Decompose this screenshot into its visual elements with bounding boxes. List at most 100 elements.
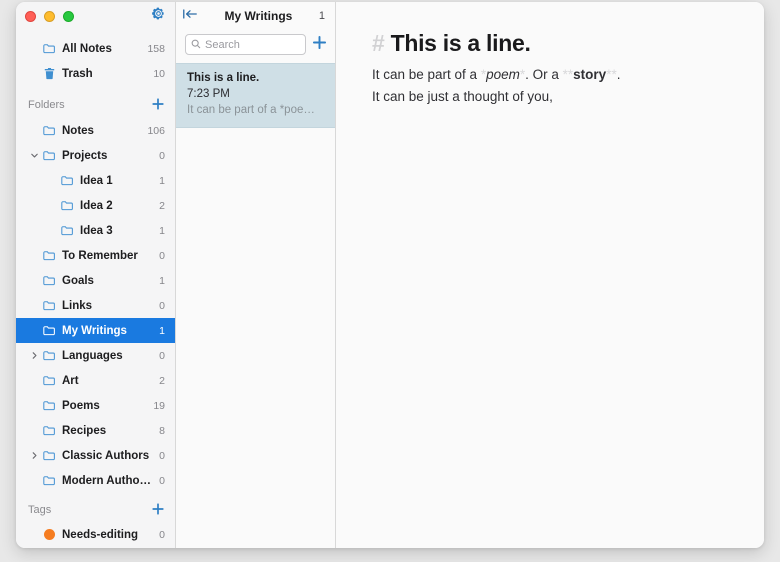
folders-section-label: Folders	[28, 99, 65, 111]
folder-icon	[41, 425, 58, 436]
chevron-down-icon[interactable]	[28, 151, 41, 160]
search-input[interactable]	[205, 38, 300, 51]
sidebar-folder-label: Idea 3	[80, 224, 113, 237]
sidebar-folder-count: 0	[159, 149, 165, 162]
sidebar-folder-label: Projects	[62, 149, 108, 162]
window-titlebar	[16, 2, 175, 30]
gear-icon	[151, 6, 166, 26]
sidebar-folder-links[interactable]: Links 0	[16, 293, 175, 318]
trash-icon	[41, 67, 58, 80]
markdown-strong-open-marker: **	[562, 67, 574, 82]
sidebar-folder-label: Links	[62, 299, 93, 312]
sidebar-folder-count: 1	[159, 324, 165, 337]
settings-button[interactable]	[151, 6, 166, 26]
traffic-light-controls[interactable]	[25, 10, 74, 22]
sidebar-tag-needs-editing[interactable]: Needs-editing 0	[16, 523, 175, 548]
folder-icon	[41, 43, 58, 54]
chevron-right-icon[interactable]	[28, 351, 41, 360]
paragraph-emphasis-text: poem	[486, 67, 520, 82]
sidebar-folder-art[interactable]: Art 2	[16, 368, 175, 393]
sidebar-folder-label: Modern Autho…	[62, 474, 152, 487]
sidebar-folder-label: Goals	[62, 274, 94, 287]
sidebar-folder-my-writings[interactable]: My Writings 1	[16, 318, 175, 343]
paragraph-text-part-1: It can be part of a	[372, 67, 481, 82]
search-field-wrapper[interactable]	[185, 34, 306, 55]
sidebar-folder-idea-2[interactable]: Idea 2 2	[16, 193, 175, 218]
editor-heading-text: This is a line.	[390, 30, 531, 56]
tag-color-dot-icon	[41, 529, 58, 540]
sidebar-folder-count: 19	[153, 399, 165, 412]
note-item-title: This is a line.	[187, 72, 260, 84]
sidebar-folder-label: Art	[62, 374, 79, 387]
sidebar-folder-label: Classic Authors	[62, 449, 150, 462]
sidebar-folder-goals[interactable]: Goals 1	[16, 268, 175, 293]
sidebar-folder-count: 2	[159, 199, 165, 212]
sidebar-item-count: 158	[147, 42, 165, 55]
folder-icon	[41, 150, 58, 161]
paragraph-text-part-3: .	[616, 67, 621, 82]
note-list-item[interactable]: This is a line. 7:23 PM It can be part o…	[176, 63, 335, 128]
sidebar-folder-count: 0	[159, 449, 165, 462]
search-icon	[191, 36, 201, 54]
note-list-count: 1	[318, 10, 325, 22]
sidebar-folder-label: To Remember	[62, 249, 138, 262]
sidebar-folder-projects[interactable]: Projects 0	[16, 143, 175, 168]
note-editor[interactable]: # This is a line. It can be part of a *p…	[336, 2, 764, 548]
markdown-strong-close-marker: **	[606, 67, 617, 82]
folder-icon	[59, 225, 76, 236]
sidebar-folder-notes[interactable]: Notes 106	[16, 118, 175, 143]
sidebar-folder-count: 1	[159, 224, 165, 237]
folder-icon	[41, 300, 58, 311]
add-tag-button[interactable]	[151, 502, 165, 519]
editor-heading: # This is a line.	[372, 28, 724, 58]
sidebar-folder-count: 0	[159, 299, 165, 312]
folder-icon	[41, 400, 58, 411]
collapse-sidebar-icon[interactable]	[182, 7, 198, 26]
paragraph-strong-text: story	[573, 67, 607, 82]
sidebar: All Notes 158 Trash 10 Folders Notes 106…	[16, 2, 176, 548]
sidebar-folder-count: 106	[147, 124, 165, 137]
sidebar-folder-modern-autho[interactable]: Modern Autho… 0	[16, 468, 175, 491]
sidebar-folder-poems[interactable]: Poems 19	[16, 393, 175, 418]
zoom-window-button[interactable]	[63, 10, 74, 22]
tags-section-header: Tags	[16, 497, 175, 523]
sidebar-folder-to-remember[interactable]: To Remember 0	[16, 243, 175, 268]
close-window-button[interactable]	[25, 10, 36, 22]
sidebar-item-label: All Notes	[62, 42, 112, 55]
sidebar-folder-count: 2	[159, 374, 165, 387]
sidebar-folder-count: 1	[159, 174, 165, 187]
folder-icon	[41, 350, 58, 361]
add-note-button[interactable]	[312, 35, 327, 55]
note-list-title: My Writings	[224, 9, 293, 23]
folder-icon	[41, 475, 58, 486]
note-item-preview: It can be part of a *poe…	[187, 104, 315, 116]
sidebar-item-label: Trash	[62, 67, 93, 80]
folders-section-header: Folders	[16, 92, 175, 118]
minimize-window-button[interactable]	[44, 10, 55, 22]
sidebar-folder-idea-1[interactable]: Idea 1 1	[16, 168, 175, 193]
sidebar-folder-label: Poems	[62, 399, 100, 412]
tag-label: Needs-editing	[62, 528, 139, 541]
sidebar-folder-count: 1	[159, 274, 165, 287]
note-item-time: 7:23 PM	[187, 88, 230, 100]
note-list-column: My Writings 1 This is a line. 7:23 PM	[176, 2, 336, 548]
markdown-heading-marker: #	[372, 30, 385, 56]
sidebar-item-count: 10	[153, 67, 165, 80]
sidebar-folder-recipes[interactable]: Recipes 8	[16, 418, 175, 443]
folder-icon	[59, 175, 76, 186]
folder-icon	[41, 375, 58, 386]
sidebar-item-all-notes[interactable]: All Notes 158	[16, 36, 175, 61]
add-folder-button[interactable]	[151, 97, 165, 114]
chevron-right-icon[interactable]	[28, 451, 41, 460]
sidebar-folder-languages[interactable]: Languages 0	[16, 343, 175, 368]
editor-paragraph-1: It can be part of a *poem*. Or a **story…	[372, 64, 724, 86]
sidebar-folder-idea-3[interactable]: Idea 3 1	[16, 218, 175, 243]
sidebar-folder-count: 0	[159, 349, 165, 362]
note-list-header: My Writings 1	[176, 2, 335, 30]
sidebar-folder-label: Notes	[62, 124, 94, 137]
sidebar-item-trash[interactable]: Trash 10	[16, 61, 175, 86]
sidebar-folder-classic-authors[interactable]: Classic Authors 0	[16, 443, 175, 468]
tag-count: 0	[159, 528, 165, 541]
sidebar-folder-count: 0	[159, 249, 165, 262]
sidebar-folder-label: Recipes	[62, 424, 107, 437]
